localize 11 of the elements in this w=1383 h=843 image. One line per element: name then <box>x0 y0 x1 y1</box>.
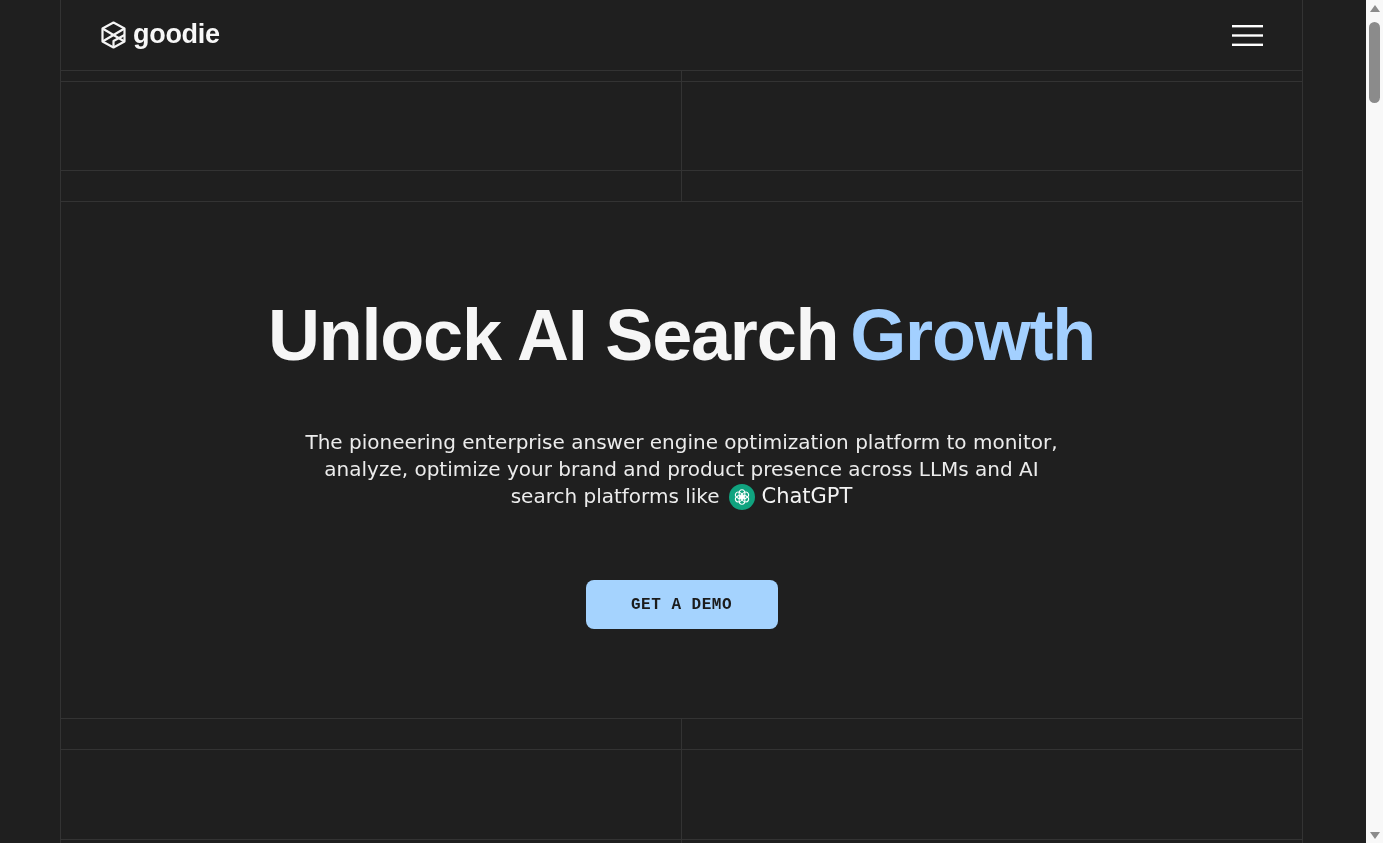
scroll-down-arrow-icon[interactable] <box>1369 832 1380 839</box>
hero-title: Unlock AI Search Growth <box>267 294 1096 376</box>
scrollbar-thumb[interactable] <box>1369 22 1380 103</box>
scrollbar[interactable] <box>1366 0 1383 843</box>
knot-logo-icon <box>728 484 755 510</box>
hexagon-cube-logo-icon <box>101 21 126 49</box>
scroll-up-arrow-icon[interactable] <box>1369 5 1380 12</box>
get-demo-button[interactable]: GET A DEMO <box>585 580 778 629</box>
hero-subtitle: The pioneering enterprise answer engine optimization platform to monitor, analyze, optimize your brand and product presence across LLMs and AI search platforms like ChatGPT <box>304 429 1059 510</box>
menu-icon[interactable] <box>1232 24 1263 46</box>
logo-wordmark[interactable]: goodie <box>133 20 220 50</box>
